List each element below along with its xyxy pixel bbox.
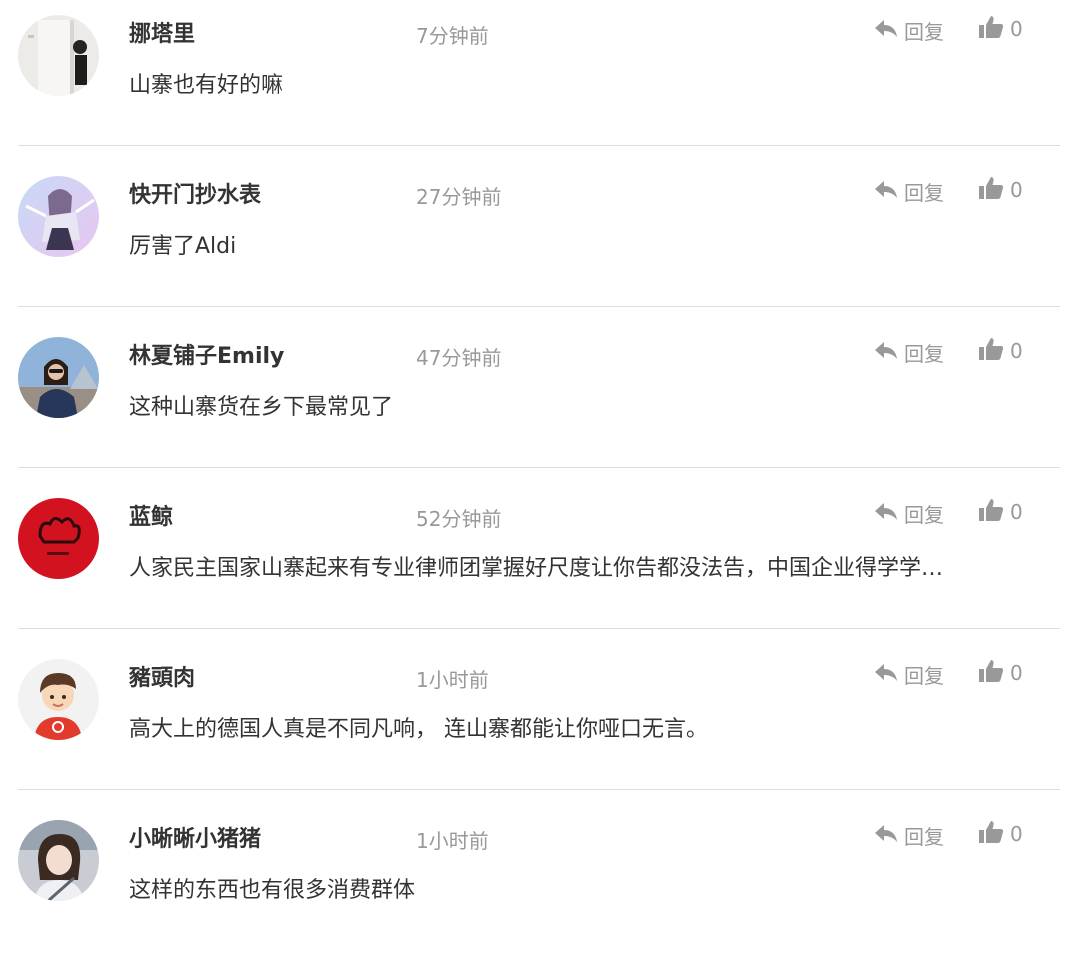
timestamp: 1小时前 — [416, 829, 489, 853]
comment-text: 山寨也有好的嘛 — [129, 73, 284, 98]
reply-arrow-icon — [874, 340, 898, 364]
reply-label: 回复 — [904, 19, 944, 44]
username[interactable]: 快开门抄水表 — [129, 177, 261, 209]
thumbs-up-icon — [978, 337, 1004, 365]
reply-button[interactable]: 回复 — [874, 16, 944, 44]
like-button[interactable]: 0 — [978, 498, 1023, 526]
comment-item: 豬頭肉 1小时前 高大上的德国人真是不同凡响， 连山寨都能让你哑口无言。 回复 … — [0, 644, 1080, 805]
reply-button[interactable]: 回复 — [874, 338, 944, 366]
like-count: 0 — [1010, 822, 1023, 846]
like-count: 0 — [1010, 17, 1023, 41]
comment-text: 厉害了Aldi — [129, 234, 237, 259]
comment-text: 人家民主国家山寨起来有专业律师团掌握好尺度让你告都没法告，中国企业得学学… — [129, 556, 944, 581]
photo-woman-louvre-avatar[interactable] — [18, 337, 99, 418]
timestamp: 1小时前 — [416, 668, 489, 692]
reply-label: 回复 — [904, 180, 944, 205]
timestamp: 47分钟前 — [416, 346, 502, 370]
reply-arrow-icon — [874, 18, 898, 42]
like-count: 0 — [1010, 661, 1023, 685]
username[interactable]: 小晰晰小猪猪 — [129, 821, 261, 853]
reply-button[interactable]: 回复 — [874, 821, 944, 849]
like-button[interactable]: 0 — [978, 820, 1023, 848]
cartoon-boy-avatar[interactable] — [18, 659, 99, 740]
reply-label: 回复 — [904, 663, 944, 688]
thumbs-up-icon — [978, 659, 1004, 687]
comment-item: 林夏铺子Emily 47分钟前 这种山寨货在乡下最常见了 回复 0 — [0, 322, 1080, 483]
comment-item: 挪塔里 7分钟前 山寨也有好的嘛 回复 0 — [0, 0, 1080, 161]
photo-woman-doorway-avatar[interactable] — [18, 15, 99, 96]
thumbs-up-icon — [978, 498, 1004, 526]
username[interactable]: 林夏铺子Emily — [129, 338, 284, 370]
comment-divider — [18, 306, 1060, 307]
comment-item: 小晰晰小猪猪 1小时前 这样的东西也有很多消费群体 回复 0 — [0, 805, 1080, 966]
like-button[interactable]: 0 — [978, 659, 1023, 687]
like-count: 0 — [1010, 500, 1023, 524]
thumbs-up-icon — [978, 820, 1004, 848]
comment-text: 这种山寨货在乡下最常见了 — [129, 395, 394, 420]
reply-arrow-icon — [874, 823, 898, 847]
thumbs-up-icon — [978, 15, 1004, 43]
reply-arrow-icon — [874, 662, 898, 686]
reply-arrow-icon — [874, 501, 898, 525]
timestamp: 52分钟前 — [416, 507, 502, 531]
username[interactable]: 蓝鲸 — [129, 499, 173, 531]
photo-woman-car-avatar[interactable] — [18, 820, 99, 901]
comment-text: 这样的东西也有很多消费群体 — [129, 878, 416, 903]
timestamp: 27分钟前 — [416, 185, 502, 209]
username[interactable]: 豬頭肉 — [129, 660, 195, 692]
comment-divider — [18, 467, 1060, 468]
reply-button[interactable]: 回复 — [874, 177, 944, 205]
comment-divider — [18, 628, 1060, 629]
like-button[interactable]: 0 — [978, 337, 1023, 365]
reply-label: 回复 — [904, 341, 944, 366]
like-count: 0 — [1010, 339, 1023, 363]
reply-button[interactable]: 回复 — [874, 499, 944, 527]
comment-divider — [18, 789, 1060, 790]
comment-divider — [18, 145, 1060, 146]
anime-girl-avatar[interactable] — [18, 176, 99, 257]
comment-item: 蓝鲸 52分钟前 人家民主国家山寨起来有专业律师团掌握好尺度让你告都没法告，中国… — [0, 483, 1080, 644]
like-count: 0 — [1010, 178, 1023, 202]
reply-button[interactable]: 回复 — [874, 660, 944, 688]
username[interactable]: 挪塔里 — [129, 16, 195, 48]
thumbs-up-icon — [978, 176, 1004, 204]
reply-arrow-icon — [874, 179, 898, 203]
reply-label: 回复 — [904, 502, 944, 527]
comment-item: 快开门抄水表 27分钟前 厉害了Aldi 回复 0 — [0, 161, 1080, 322]
red-logo-avatar[interactable] — [18, 498, 99, 579]
like-button[interactable]: 0 — [978, 176, 1023, 204]
like-button[interactable]: 0 — [978, 15, 1023, 43]
timestamp: 7分钟前 — [416, 24, 489, 48]
comment-text: 高大上的德国人真是不同凡响， 连山寨都能让你哑口无言。 — [129, 717, 708, 742]
reply-label: 回复 — [904, 824, 944, 849]
